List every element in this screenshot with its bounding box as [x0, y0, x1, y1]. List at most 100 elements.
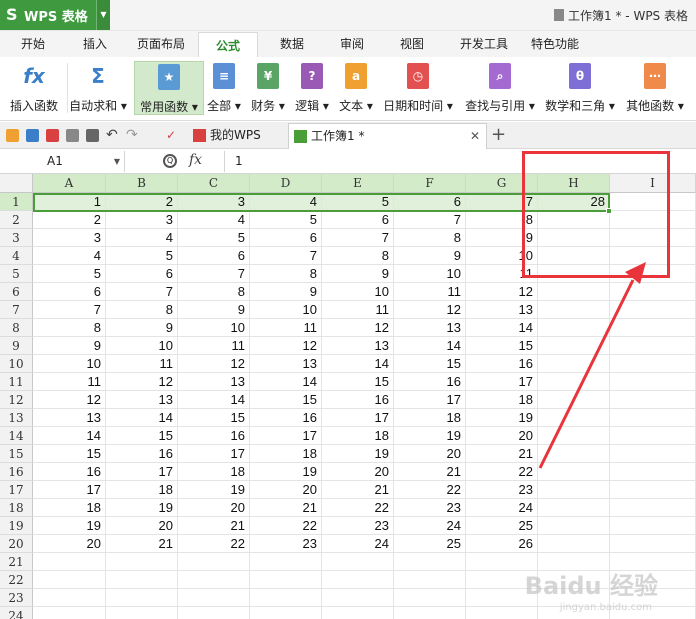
cell-E7[interactable]: 11	[322, 301, 394, 319]
cell-I11[interactable]	[610, 373, 696, 391]
cell-D11[interactable]: 14	[250, 373, 322, 391]
cell-D13[interactable]: 16	[250, 409, 322, 427]
cell-D16[interactable]: 19	[250, 463, 322, 481]
cell-I17[interactable]	[610, 481, 696, 499]
row-header[interactable]: 16	[0, 463, 33, 481]
cell-A6[interactable]: 6	[33, 283, 106, 301]
cell-I9[interactable]	[610, 337, 696, 355]
cell-D17[interactable]: 20	[250, 481, 322, 499]
cell-C24[interactable]	[178, 607, 250, 619]
cell-E3[interactable]: 7	[322, 229, 394, 247]
cell-A16[interactable]: 16	[33, 463, 106, 481]
cell-G20[interactable]: 26	[466, 535, 538, 553]
cell-E17[interactable]: 21	[322, 481, 394, 499]
cell-D6[interactable]: 9	[250, 283, 322, 301]
cell-D1[interactable]: 4	[250, 193, 322, 211]
cell-F18[interactable]: 23	[394, 499, 466, 517]
cell-H10[interactable]	[538, 355, 610, 373]
cell-H3[interactable]	[538, 229, 610, 247]
cell-D18[interactable]: 21	[250, 499, 322, 517]
menu-tab-8[interactable]: 特色功能	[524, 31, 586, 57]
cell-H17[interactable]	[538, 481, 610, 499]
cell-B7[interactable]: 8	[106, 301, 178, 319]
cell-G1[interactable]: 7	[466, 193, 538, 211]
cell-G18[interactable]: 24	[466, 499, 538, 517]
ribbon-button-fx[interactable]: fx 插入函数	[4, 61, 64, 115]
cell-C17[interactable]: 19	[178, 481, 250, 499]
cell-E10[interactable]: 14	[322, 355, 394, 373]
doc-tab-workbook1[interactable]: 工作簿1 * ✕	[288, 123, 487, 149]
row-header[interactable]: 3	[0, 229, 33, 247]
cell-A20[interactable]: 20	[33, 535, 106, 553]
cell-F16[interactable]: 21	[394, 463, 466, 481]
ribbon-button-logic[interactable]: ? 逻辑 ▾	[292, 61, 332, 115]
cell-H2[interactable]	[538, 211, 610, 229]
cell-B9[interactable]: 10	[106, 337, 178, 355]
cell-F22[interactable]	[394, 571, 466, 589]
menu-tab-0[interactable]: 开始	[4, 31, 62, 57]
row-header[interactable]: 11	[0, 373, 33, 391]
cell-I4[interactable]	[610, 247, 696, 265]
cell-H4[interactable]	[538, 247, 610, 265]
redo-icon[interactable]: ↷	[126, 128, 139, 142]
cell-G3[interactable]: 9	[466, 229, 538, 247]
menu-tab-2[interactable]: 页面布局	[123, 31, 199, 57]
row-header[interactable]: 10	[0, 355, 33, 373]
cell-A12[interactable]: 12	[33, 391, 106, 409]
cell-B12[interactable]: 13	[106, 391, 178, 409]
cell-F2[interactable]: 7	[394, 211, 466, 229]
cell-D9[interactable]: 12	[250, 337, 322, 355]
cell-I14[interactable]	[610, 427, 696, 445]
cell-B14[interactable]: 15	[106, 427, 178, 445]
cell-B6[interactable]: 7	[106, 283, 178, 301]
row-header[interactable]: 4	[0, 247, 33, 265]
cell-A1[interactable]: 1	[33, 193, 106, 211]
cell-G2[interactable]: 8	[466, 211, 538, 229]
cell-E9[interactable]: 13	[322, 337, 394, 355]
cell-B4[interactable]: 5	[106, 247, 178, 265]
column-header-B[interactable]: B	[106, 174, 178, 193]
cell-H13[interactable]	[538, 409, 610, 427]
cell-D3[interactable]: 6	[250, 229, 322, 247]
cell-D14[interactable]: 17	[250, 427, 322, 445]
cell-I12[interactable]	[610, 391, 696, 409]
cell-B13[interactable]: 14	[106, 409, 178, 427]
close-icon[interactable]: ✕	[470, 124, 480, 149]
cell-I16[interactable]	[610, 463, 696, 481]
cell-A2[interactable]: 2	[33, 211, 106, 229]
cell-H16[interactable]	[538, 463, 610, 481]
cell-E8[interactable]: 12	[322, 319, 394, 337]
cell-H7[interactable]	[538, 301, 610, 319]
cell-G11[interactable]: 17	[466, 373, 538, 391]
cell-I15[interactable]	[610, 445, 696, 463]
cell-G19[interactable]: 25	[466, 517, 538, 535]
select-all-corner[interactable]	[0, 174, 33, 193]
menu-tab-4[interactable]: 数据	[263, 31, 321, 57]
cell-C21[interactable]	[178, 553, 250, 571]
cell-G12[interactable]: 18	[466, 391, 538, 409]
cell-F13[interactable]: 18	[394, 409, 466, 427]
menu-tab-3[interactable]: 公式	[198, 32, 258, 58]
print-preview-icon[interactable]	[86, 129, 99, 142]
ribbon-button-lookup[interactable]: ⌕ 查找与引用 ▾	[462, 61, 538, 115]
cell-D12[interactable]: 15	[250, 391, 322, 409]
row-header[interactable]: 15	[0, 445, 33, 463]
cell-C20[interactable]: 22	[178, 535, 250, 553]
row-header[interactable]: 6	[0, 283, 33, 301]
cell-E21[interactable]	[322, 553, 394, 571]
cell-H20[interactable]	[538, 535, 610, 553]
cell-B2[interactable]: 3	[106, 211, 178, 229]
export-pdf-icon[interactable]	[46, 129, 59, 142]
cell-E23[interactable]	[322, 589, 394, 607]
row-header[interactable]: 1	[0, 193, 33, 211]
cell-C6[interactable]: 8	[178, 283, 250, 301]
cell-E1[interactable]: 5	[322, 193, 394, 211]
cell-A15[interactable]: 15	[33, 445, 106, 463]
cell-A23[interactable]	[33, 589, 106, 607]
cell-C11[interactable]: 13	[178, 373, 250, 391]
ribbon-button-star-book[interactable]: ★ 常用函数 ▾	[134, 61, 204, 115]
ribbon-button-more[interactable]: ⋯ 其他函数 ▾	[620, 61, 690, 115]
cell-F5[interactable]: 10	[394, 265, 466, 283]
ribbon-button-book[interactable]: ≡ 全部 ▾	[204, 61, 244, 115]
cell-C2[interactable]: 4	[178, 211, 250, 229]
